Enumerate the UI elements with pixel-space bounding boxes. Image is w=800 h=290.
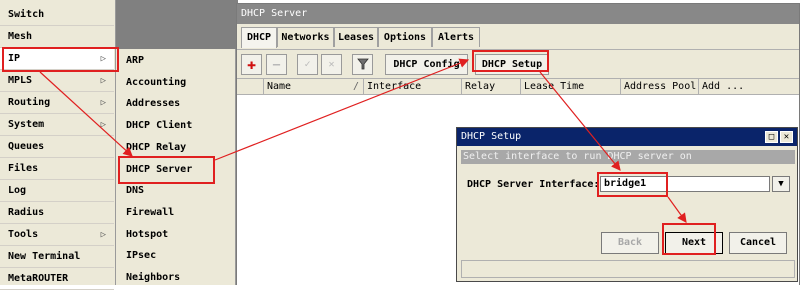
arrow-setup-to-interface	[539, 71, 621, 171]
arrow-interface-to-next	[667, 196, 687, 223]
arrow-ip-to-dhcp-server	[39, 71, 133, 157]
annotation-arrows	[39, 58, 687, 223]
arrow-dhcp-server-to-setup	[214, 58, 470, 161]
